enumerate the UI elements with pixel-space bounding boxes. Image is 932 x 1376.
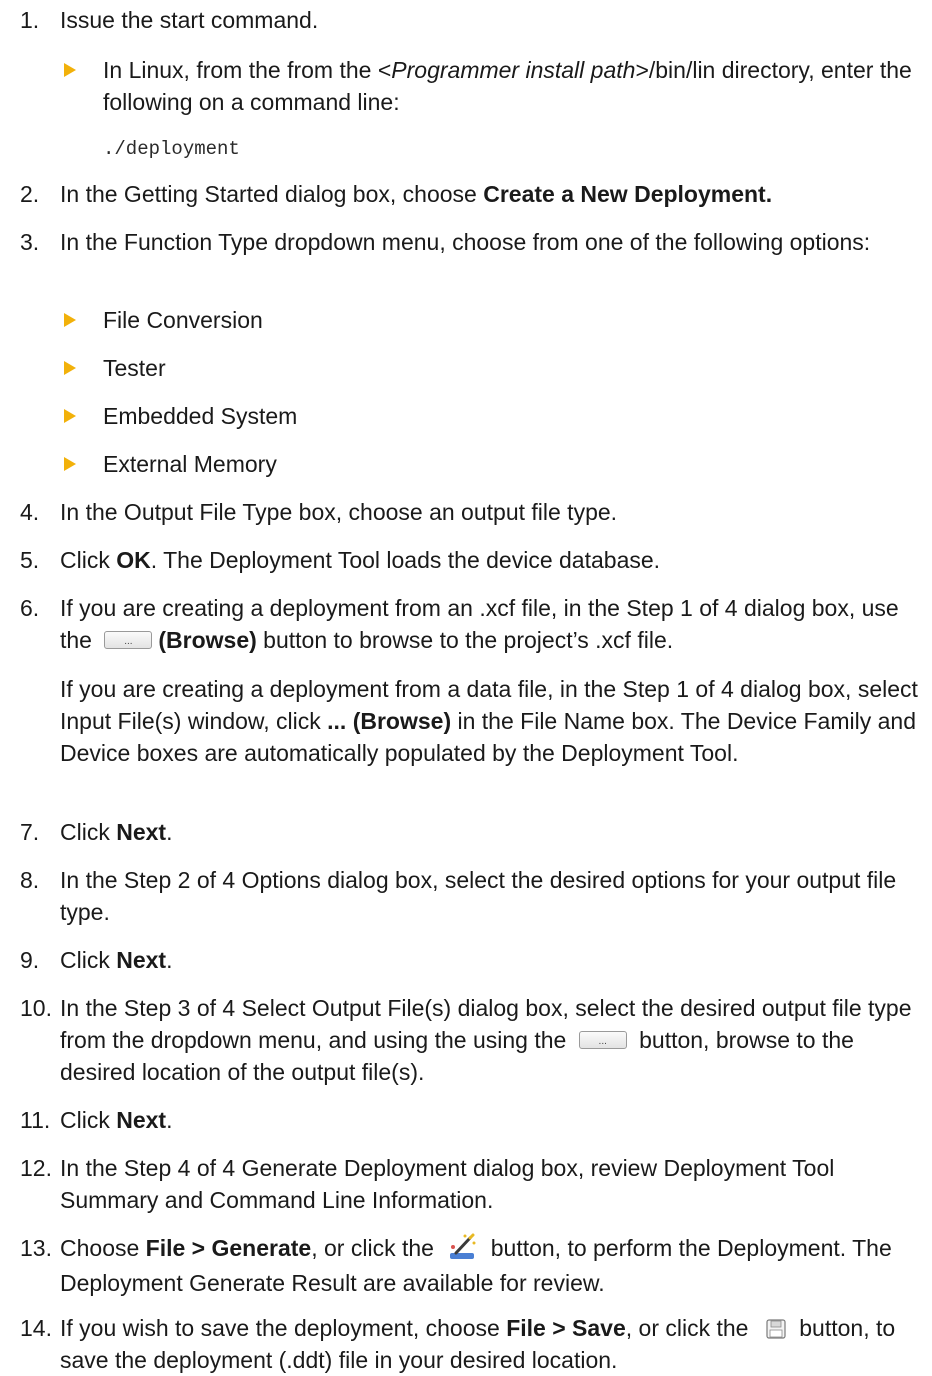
browse-ellipsis-icon[interactable]: ... [578,1030,627,1049]
step-number: 8. [20,867,40,893]
step-text: Choose File > Generate, or click the but… [60,1232,920,1299]
step-11: 11. Click Next. [20,1104,920,1136]
step-number: 10. [20,995,52,1021]
step-number: 7. [20,819,40,845]
step-13: 13. Choose File > Generate, or click the… [20,1232,920,1299]
generate-wand-icon[interactable] [448,1233,478,1261]
step-number: 2. [20,181,40,207]
step-1: 1. Issue the start command. [20,4,920,36]
step-number: 1. [20,7,40,33]
function-type-option: Tester [64,352,914,384]
step-number: 11. [20,1107,51,1133]
step-6: 6. If you are creating a deployment from… [20,592,920,656]
step-text: Click Next. [60,819,173,845]
step-text: Click Next. [60,947,173,973]
step-number: 13. [20,1235,52,1261]
function-type-option: File Conversion [64,304,914,336]
step-text: In the Step 2 of 4 Options dialog box, s… [60,867,897,925]
linux-bullet: In Linux, from the from the <Programmer … [64,54,914,118]
triangle-bullet-icon [64,63,76,77]
command-code: ./deployment [103,138,240,160]
step-3: 3. In the Function Type dropdown menu, c… [20,226,920,258]
function-type-option: Embedded System [64,400,914,432]
option-label: File Conversion [103,307,263,333]
step-text: In the Function Type dropdown menu, choo… [60,229,871,255]
triangle-bullet-icon [64,457,76,471]
option-label: Tester [103,355,166,381]
step-8: 8. In the Step 2 of 4 Options dialog box… [20,864,920,928]
option-label: Embedded System [103,403,298,429]
step-text: In the Step 3 of 4 Select Output File(s)… [60,995,912,1085]
step-14: 14. If you wish to save the deployment, … [20,1312,920,1376]
step-text: Click Next. [60,1107,173,1133]
step-number: 9. [20,947,40,973]
step-text: In the Step 4 of 4 Generate Deployment d… [60,1155,835,1213]
step-text: In the Output File Type box, choose an o… [60,499,618,525]
browse-ellipsis-icon[interactable]: ... [104,630,153,649]
step-2: 2. In the Getting Started dialog box, ch… [20,178,920,210]
step-12: 12. In the Step 4 of 4 Generate Deployme… [20,1152,920,1216]
step-text: Issue the start command. [60,7,319,33]
step-number: 12. [20,1155,52,1181]
triangle-bullet-icon [64,409,76,423]
floppy-disk-icon[interactable] [765,1316,787,1339]
option-label: External Memory [103,451,277,477]
step-text: If you wish to save the deployment, choo… [60,1315,896,1373]
step-number: 5. [20,547,40,573]
step-number: 14. [20,1315,52,1341]
step-9: 9. Click Next. [20,944,920,976]
step-number: 4. [20,499,40,525]
triangle-bullet-icon [64,361,76,375]
step-7: 7. Click Next. [20,816,920,848]
step-5: 5. Click OK. The Deployment Tool loads t… [20,544,920,576]
step-10: 10. In the Step 3 of 4 Select Output Fil… [20,992,920,1088]
step-text: Click OK. The Deployment Tool loads the … [60,547,661,573]
step-number: 3. [20,229,40,255]
function-type-option: External Memory [64,448,914,480]
linux-bullet-text: In Linux, from the from the <Programmer … [103,57,912,115]
step-text: If you are creating a deployment from an… [60,595,899,653]
step-text: In the Getting Started dialog box, choos… [60,181,773,207]
step-number: 6. [20,595,40,621]
step-4: 4. In the Output File Type box, choose a… [20,496,920,528]
data-file-paragraph: If you are creating a deployment from a … [60,676,918,766]
triangle-bullet-icon [64,313,76,327]
